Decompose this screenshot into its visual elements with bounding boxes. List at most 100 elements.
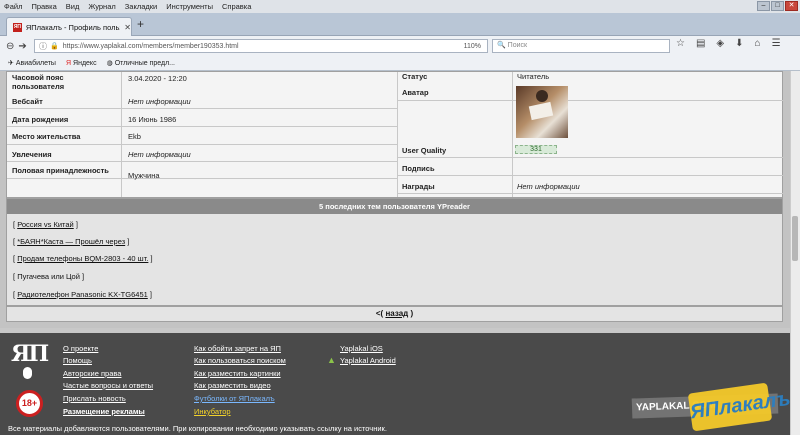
back-icon[interactable]: ⊖: [6, 41, 14, 52]
forward-icon[interactable]: ➔: [18, 41, 26, 52]
menu-help[interactable]: Справка: [222, 2, 251, 11]
bookmark-star-icon[interactable]: ☆: [676, 38, 685, 49]
pager-prefix: <(: [375, 309, 384, 318]
recent-topics: 5 последних тем пользователя YPreader [ …: [6, 198, 783, 306]
row-divider: [397, 176, 783, 194]
copyright-text: Все материалы добавляются пользователями…: [8, 424, 387, 433]
topic-link[interactable]: Радиотелефон Panasonic KX-TG6451: [17, 290, 148, 299]
lock-icon: 🔒: [50, 43, 59, 50]
address-bar[interactable]: ⓘ 🔒 https://www.yaplakal.com/members/mem…: [34, 39, 488, 53]
download-icon[interactable]: ⬇: [735, 38, 743, 49]
bookmarks-bar: ✈ Авиабилеты Я Яндекс ◍ Отличные предл..…: [0, 56, 800, 71]
footer-link-about[interactable]: О проекте: [63, 344, 98, 353]
list-item: [ Россия vs Китай ]: [13, 220, 78, 229]
window-controls: – □ ✕: [757, 1, 798, 11]
search-placeholder: Поиск: [507, 42, 528, 49]
row-divider: [397, 140, 783, 158]
menu-tools[interactable]: Инструменты: [166, 2, 213, 11]
awards-label: Награды: [402, 182, 435, 191]
awards-value: Нет информации: [517, 182, 580, 191]
avatar: [516, 86, 568, 138]
close-tab-icon[interactable]: ✕: [124, 23, 131, 32]
avatar-book: [528, 101, 554, 121]
timezone-value: 3.04.2020 - 12:20: [128, 74, 187, 83]
home-icon[interactable]: ⌂: [755, 38, 761, 49]
gender-value: Мужчина: [128, 171, 160, 180]
footer-link-images[interactable]: Как разместить картинки: [194, 369, 281, 378]
footer-link-android[interactable]: Yaplakal Android: [340, 356, 396, 365]
status-value: Читатель: [517, 72, 550, 81]
age-rating-badge: 18+: [16, 390, 43, 417]
interests-label: Увлечения: [12, 150, 52, 159]
logo-text: ЯП: [11, 341, 49, 367]
location-value: Ekb: [128, 132, 141, 141]
row-divider: [397, 158, 783, 176]
android-icon: ▲: [327, 355, 336, 365]
row-divider: [7, 91, 397, 109]
pocket-icon[interactable]: ◈: [716, 38, 724, 49]
info-icon[interactable]: ⓘ: [39, 41, 47, 52]
bracket: ]: [81, 272, 85, 281]
reading-list-icon[interactable]: ▤: [696, 38, 705, 49]
birthday-value: 16 Июнь 1986: [128, 115, 177, 124]
menu-view[interactable]: Вид: [66, 2, 80, 11]
pager-suffix: ): [410, 309, 414, 318]
url-text: https://www.yaplakal.com/members/member1…: [62, 42, 239, 50]
toolbar-icons: ☆ ▤ ◈ ⬇ ⌂ ☰: [676, 38, 781, 49]
zoom-level[interactable]: 110%: [464, 43, 481, 50]
topic-link[interactable]: Пугачева или Цой: [17, 272, 80, 281]
search-input[interactable]: 🔍 Поиск: [492, 39, 670, 53]
footer-link-video[interactable]: Как разместить видео: [194, 381, 271, 390]
footer-link-search-help[interactable]: Как пользоваться поиском: [194, 356, 286, 365]
bracket: ]: [150, 254, 153, 263]
bracket: ]: [149, 290, 152, 299]
back-link[interactable]: назад: [385, 309, 408, 318]
footer-link-help[interactable]: Помощь: [63, 356, 92, 365]
bookmark-offers[interactable]: Отличные предл...: [115, 60, 175, 67]
list-item: [ Продам телефоны BQM-2803 - 40 шт. ]: [13, 254, 153, 263]
close-window-button[interactable]: ✕: [785, 1, 798, 11]
bookmark-avia[interactable]: Авиабилеты: [16, 60, 56, 67]
topic-link[interactable]: *БАЯН*Каста — Прошёл через: [17, 237, 125, 246]
yandex-icon: Я: [65, 59, 72, 67]
bracket: [: [13, 237, 16, 246]
scrollbar-thumb[interactable]: [792, 216, 798, 261]
tab-bar: ЯП ЯПлакалъ - Профиль пользователя ✕: [0, 13, 800, 36]
bracket: ]: [75, 220, 78, 229]
minimize-button[interactable]: –: [757, 1, 770, 11]
new-tab-button[interactable]: +: [137, 17, 144, 31]
menu-icon[interactable]: ☰: [772, 38, 781, 49]
site-logo[interactable]: ЯП: [11, 341, 49, 379]
website-label: Вебсайт: [12, 97, 43, 106]
footer-link-ads[interactable]: Размещение рекламы: [63, 407, 145, 416]
maximize-button[interactable]: □: [771, 1, 784, 11]
avatar-head: [536, 90, 548, 102]
bookmark-yandex[interactable]: Яндекс: [73, 60, 97, 67]
list-item: [ Пугачева или Цой ]: [13, 272, 84, 281]
menu-history[interactable]: Журнал: [88, 2, 115, 11]
signature-label: Подпись: [402, 164, 435, 173]
topic-link[interactable]: Продам телефоны BQM-2803 - 40 шт.: [17, 254, 148, 263]
menu-edit[interactable]: Правка: [31, 2, 56, 11]
topic-link[interactable]: Россия vs Китай: [17, 220, 74, 229]
favicon-icon: ЯП: [13, 22, 22, 32]
menu-bookmarks[interactable]: Закладки: [125, 2, 157, 11]
menu-file[interactable]: Файл: [4, 2, 22, 11]
footer-link-faq[interactable]: Частые вопросы и ответы: [63, 381, 153, 390]
footer-link-ios[interactable]: Yaplakal iOS: [340, 344, 383, 353]
footer-link-submit[interactable]: Прислать новость: [63, 394, 126, 403]
logo-drop-icon: [23, 367, 32, 379]
pager: <( назад ): [6, 306, 783, 322]
bracket: [: [13, 220, 16, 229]
footer-link-incubator[interactable]: Инкубатор: [194, 407, 231, 416]
footer-link-shirts[interactable]: Футболки от ЯПлакалъ: [194, 394, 275, 403]
website-value: Нет информации: [128, 97, 191, 106]
tab-title: ЯПлакалъ - Профиль пользователя: [25, 22, 120, 32]
profile-table: Часовой пояс пользователя 3.04.2020 - 12…: [6, 71, 783, 198]
tab-profile[interactable]: ЯП ЯПлакалъ - Профиль пользователя ✕: [6, 17, 132, 36]
bracket: [: [13, 272, 16, 281]
footer-link-bypass[interactable]: Как обойти запрет на ЯП: [194, 344, 281, 353]
footer-link-copyright[interactable]: Авторские права: [63, 369, 121, 378]
location-label: Место жительства: [12, 132, 81, 141]
bracket: [: [13, 290, 16, 299]
